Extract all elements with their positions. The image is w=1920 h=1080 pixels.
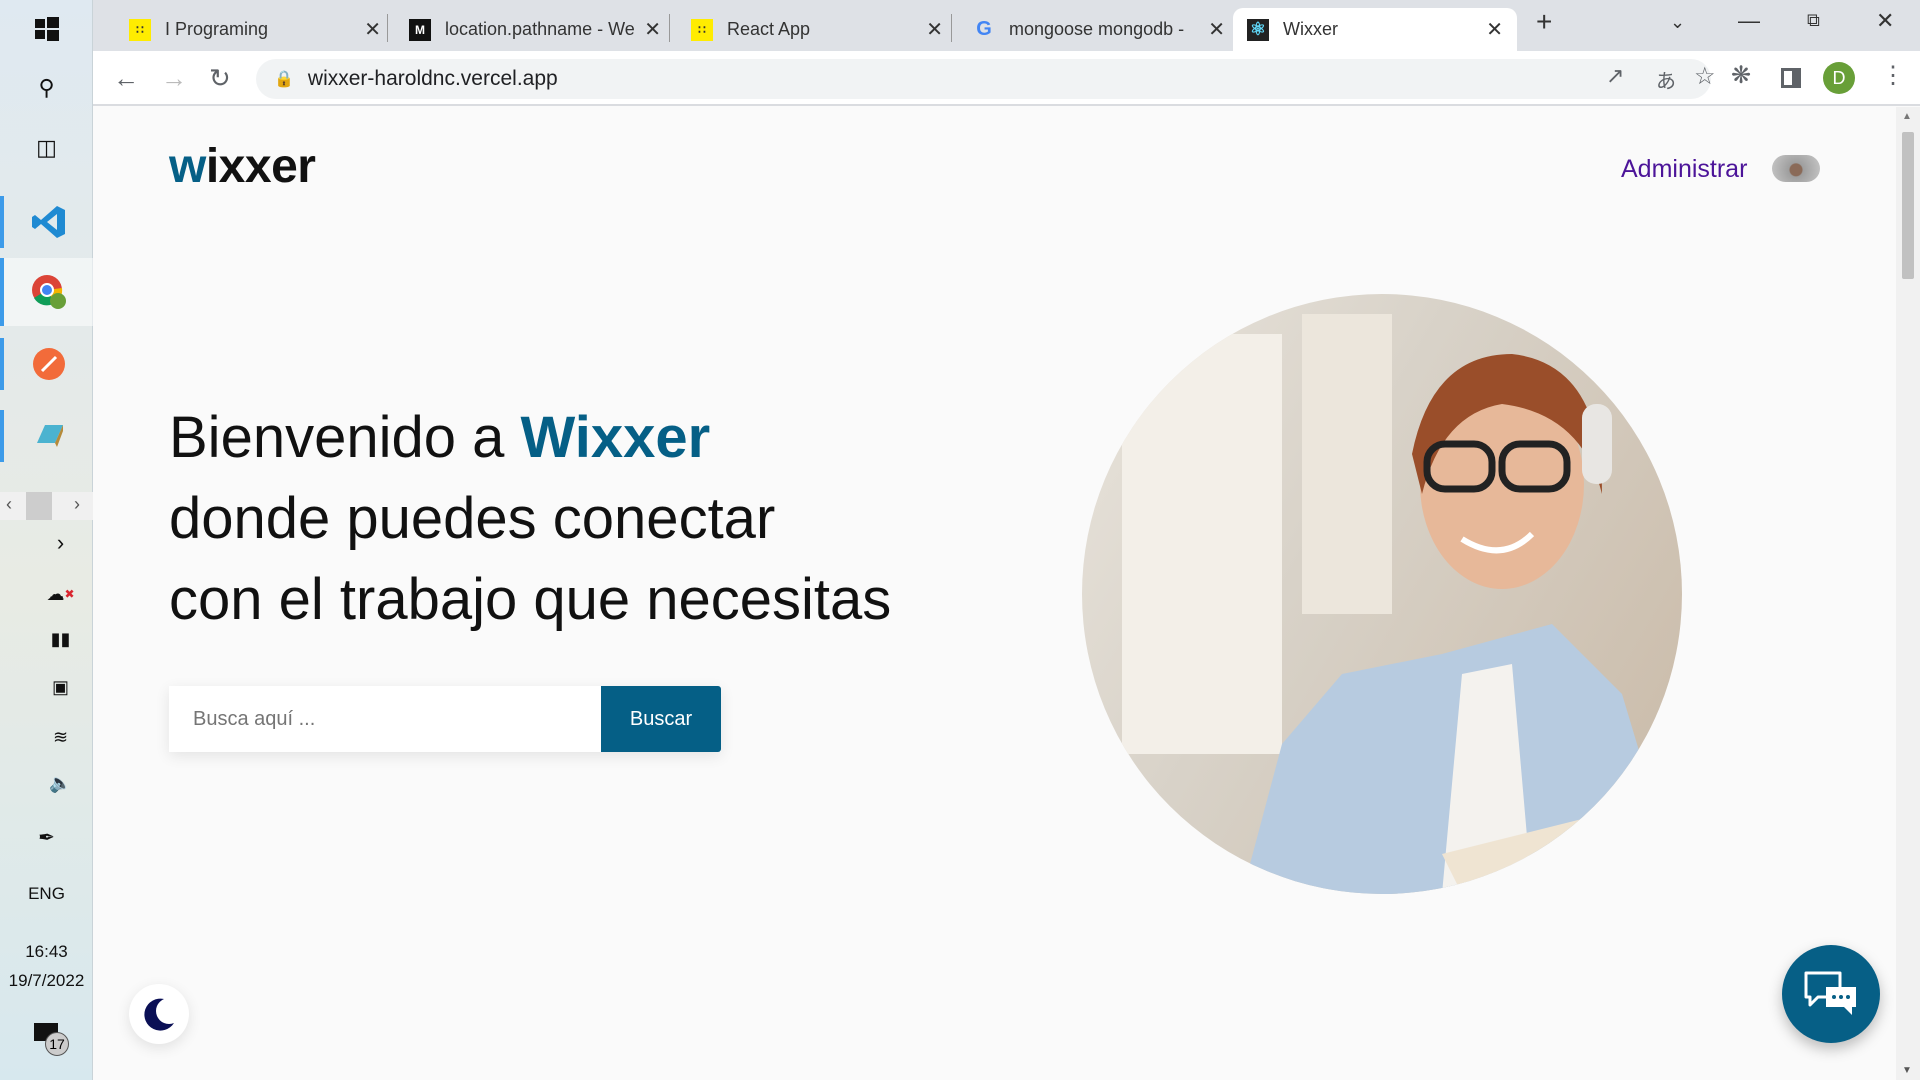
notepad-icon[interactable]: [0, 410, 93, 462]
windows-taskbar: ⚲ ◫ ‹ › › ☁ ✖ ▮▮ ▣ ≋ 🔈 ✒ ENG 16:43 19/7/2…: [0, 0, 93, 1080]
close-window-button[interactable]: ✕: [1876, 8, 1894, 34]
close-tab-icon[interactable]: ✕: [926, 17, 943, 42]
pen-icon[interactable]: ✒: [0, 817, 93, 857]
tab-wixxer[interactable]: ⚛ Wixxer ✕: [1233, 8, 1517, 51]
forward-icon[interactable]: →: [161, 63, 187, 94]
close-tab-icon[interactable]: ✕: [1486, 17, 1503, 42]
notification-count: 17: [45, 1032, 69, 1056]
search-input[interactable]: [169, 686, 601, 752]
address-bar[interactable]: 🔒 wixxer-haroldnc.vercel.app あ ↗ ☆: [256, 59, 1716, 99]
wixxer-page: wixxer Administrar Bienvenido a Wixxer d…: [93, 107, 1896, 1080]
scroll-left-icon[interactable]: ‹: [6, 494, 12, 515]
chat-button[interactable]: [1782, 945, 1880, 1043]
admin-link[interactable]: Administrar: [1621, 155, 1747, 184]
lock-icon[interactable]: 🔒: [274, 69, 294, 89]
bookmark-star-icon[interactable]: ☆: [1694, 62, 1716, 91]
tab-location-pathname[interactable]: Mlocation.pathname - We ✕: [395, 8, 675, 51]
search-icon[interactable]: ⚲: [0, 68, 93, 108]
new-tab-button[interactable]: +: [1536, 6, 1552, 38]
scrollbar-thumb[interactable]: [1902, 132, 1914, 279]
hero-heading: Bienvenido a Wixxer donde puedes conecta…: [169, 405, 892, 632]
hero-image: [1082, 294, 1682, 894]
iprogramming-favicon: ∷: [691, 18, 713, 41]
scroll-down-icon[interactable]: ▼: [1902, 1065, 1912, 1076]
restore-button[interactable]: ⧉: [1807, 10, 1820, 31]
search-form: Buscar: [169, 686, 721, 752]
share-icon[interactable]: ↗: [1606, 63, 1624, 89]
user-avatar[interactable]: [1772, 155, 1820, 182]
scroll-up-icon[interactable]: ▲: [1902, 111, 1912, 122]
back-icon[interactable]: ←: [113, 63, 139, 94]
logo[interactable]: wixxer: [169, 139, 316, 194]
extensions-icon[interactable]: ❋: [1731, 61, 1751, 90]
mdn-favicon: M: [409, 18, 431, 41]
tab-strip: ∷ I Programing ✕ Mlocation.pathname - We ✕ …: [93, 0, 1920, 51]
google-favicon: G: [976, 18, 992, 40]
close-tab-icon[interactable]: ✕: [364, 17, 381, 42]
url-text[interactable]: wixxer-haroldnc.vercel.app: [308, 67, 558, 91]
chat-bubbles-icon: [1804, 971, 1856, 1015]
browser-toolbar: ← → ↻ 🔒 wixxer-haroldnc.vercel.app あ ↗ ☆…: [93, 51, 1920, 106]
react-favicon: ⚛: [1247, 18, 1269, 41]
menu-kebab-icon[interactable]: ⋮: [1881, 61, 1905, 90]
taskbar-scroller[interactable]: ‹ ›: [0, 492, 93, 520]
minimize-button[interactable]: —: [1738, 8, 1760, 34]
windows-start-icon[interactable]: [0, 9, 93, 49]
iprogramming-favicon: ∷: [129, 18, 151, 41]
close-tab-icon[interactable]: ✕: [644, 17, 661, 42]
reload-icon[interactable]: ↻: [209, 63, 231, 94]
app-orange-icon[interactable]: [0, 338, 93, 390]
profile-avatar[interactable]: D: [1823, 62, 1855, 94]
vscode-icon[interactable]: [0, 196, 93, 248]
close-tab-icon[interactable]: ✕: [1208, 17, 1225, 42]
clock-date[interactable]: 19/7/2022: [0, 971, 93, 991]
language-indicator[interactable]: ENG: [0, 884, 93, 904]
tab-mongoose[interactable]: Gmongoose mongodb - ✕: [959, 8, 1239, 51]
clock-time[interactable]: 16:43: [0, 942, 93, 962]
moon-icon: [144, 998, 174, 1031]
tab-react-app[interactable]: ∷ React App ✕: [677, 8, 957, 51]
translate-icon[interactable]: あ: [1656, 65, 1676, 94]
chrome-icon[interactable]: [0, 258, 93, 326]
side-panel-icon[interactable]: [1781, 68, 1801, 88]
dark-mode-toggle[interactable]: [129, 984, 189, 1044]
page-scrollbar[interactable]: ▲ ▼: [1896, 107, 1920, 1080]
scroll-thumb[interactable]: [26, 492, 52, 520]
tab-search-chevron-icon[interactable]: ⌄: [1670, 12, 1685, 33]
task-view-icon[interactable]: ◫: [0, 128, 93, 168]
tab-iprograming[interactable]: ∷ I Programing ✕: [115, 8, 395, 51]
search-button[interactable]: Buscar: [601, 686, 721, 752]
scroll-right-icon[interactable]: ›: [74, 494, 80, 515]
